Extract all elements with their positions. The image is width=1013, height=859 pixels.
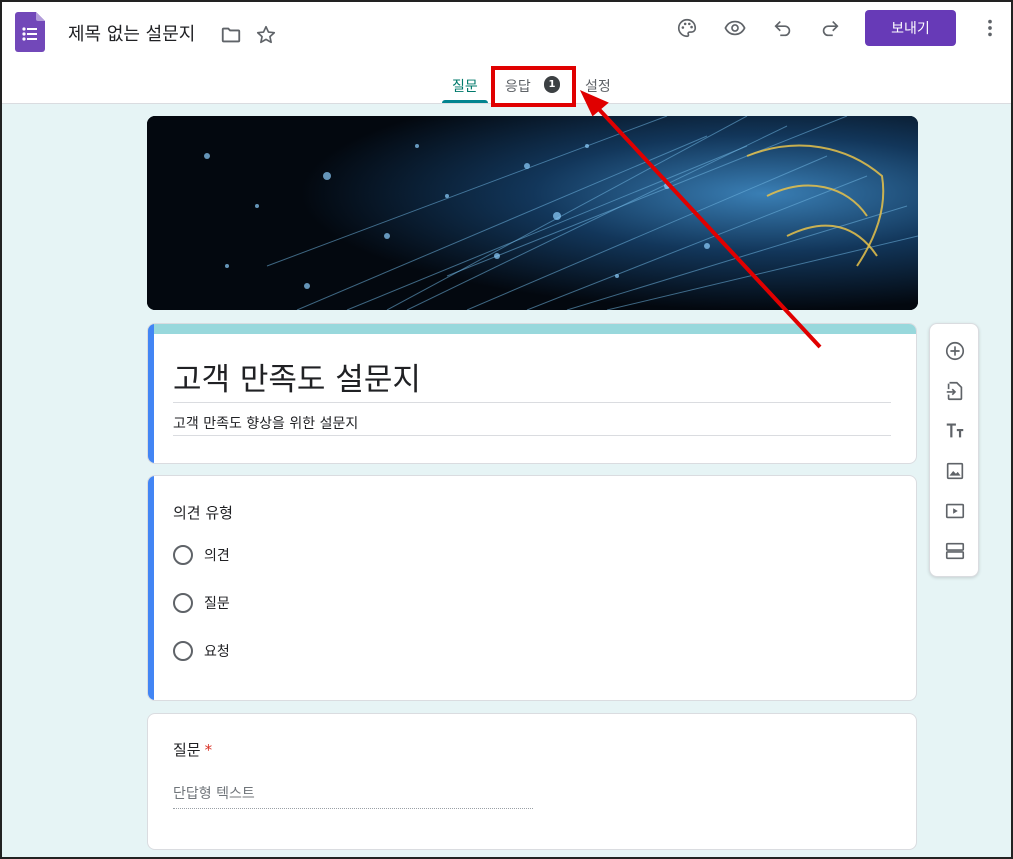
question-title-text: 질문 (173, 741, 201, 759)
question-card[interactable]: 질문 * 단답형 텍스트 (147, 713, 917, 850)
palette-icon[interactable] (675, 16, 699, 40)
question-title[interactable]: 의견 유형 (173, 502, 233, 523)
description-underline (173, 435, 891, 436)
radio-option-label: 의견 (204, 548, 230, 564)
selected-card-accent (148, 476, 154, 700)
question-card[interactable]: 의견 유형 의견 질문 요청 (147, 475, 917, 701)
form-header-banner-image (147, 116, 918, 310)
undo-icon[interactable] (771, 16, 795, 40)
responses-tab-highlight (491, 66, 576, 107)
add-question-icon[interactable] (943, 339, 967, 363)
active-tab-indicator (442, 100, 488, 103)
form-title-card[interactable]: 고객 만족도 설문지 고객 만족도 향상을 위한 설문지 (147, 323, 917, 464)
required-asterisk: * (204, 741, 213, 759)
radio-option[interactable]: 요청 (173, 641, 230, 661)
add-title-icon[interactable] (943, 419, 967, 443)
radio-button[interactable] (173, 641, 193, 661)
tab-settings[interactable]: 설정 (585, 76, 611, 96)
theme-color-bar (148, 324, 916, 334)
form-description[interactable]: 고객 만족도 향상을 위한 설문지 (173, 413, 358, 433)
title-underline (173, 402, 891, 403)
add-video-icon[interactable] (943, 499, 967, 523)
short-answer-underline (173, 808, 533, 809)
add-section-icon[interactable] (943, 539, 967, 563)
question-title[interactable]: 질문 * (173, 739, 212, 760)
preview-eye-icon[interactable] (723, 16, 747, 40)
google-forms-logo-icon[interactable] (15, 12, 45, 52)
redo-icon[interactable] (818, 16, 842, 40)
import-questions-icon[interactable] (943, 379, 967, 403)
star-icon[interactable] (254, 23, 278, 47)
radio-option[interactable]: 의견 (173, 545, 230, 565)
document-title[interactable]: 제목 없는 설문지 (68, 20, 195, 46)
tab-questions[interactable]: 질문 (452, 76, 478, 96)
radio-button[interactable] (173, 593, 193, 613)
radio-button[interactable] (173, 545, 193, 565)
radio-option[interactable]: 질문 (173, 593, 230, 613)
folder-icon[interactable] (219, 23, 243, 47)
short-answer-placeholder: 단답형 텍스트 (173, 786, 255, 802)
form-title[interactable]: 고객 만족도 설문지 (173, 354, 421, 399)
add-image-icon[interactable] (943, 459, 967, 483)
radio-option-label: 질문 (204, 596, 230, 612)
send-button[interactable]: 보내기 (865, 10, 956, 46)
more-vert-icon[interactable] (978, 16, 1002, 40)
radio-option-label: 요청 (204, 644, 230, 660)
selected-card-accent (148, 324, 154, 463)
floating-toolbar (929, 323, 979, 577)
